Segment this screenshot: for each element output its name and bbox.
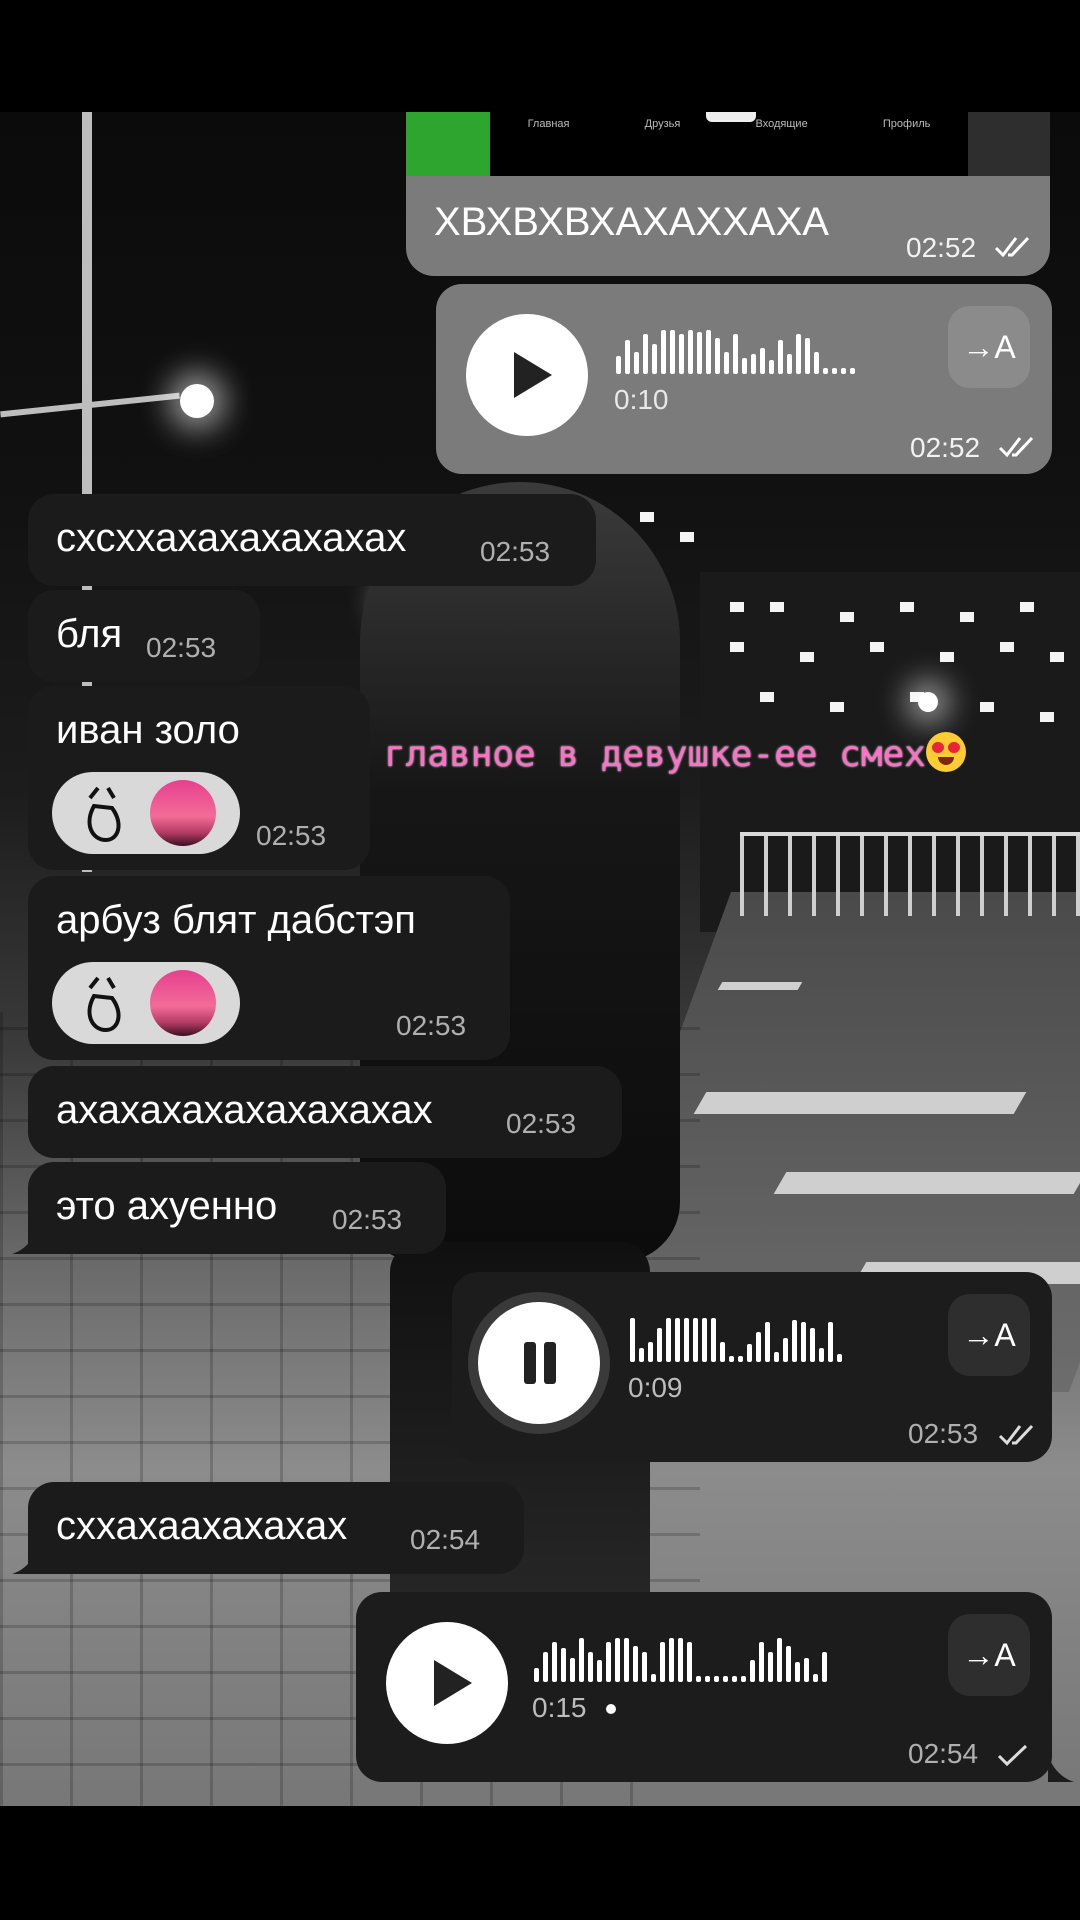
- double-check-icon: [998, 436, 1034, 458]
- outgoing-message[interactable]: ХВХВХВХАХАХХАХА 02:52: [406, 176, 1050, 276]
- double-check-icon: [998, 1424, 1034, 1446]
- transcribe-button[interactable]: →A: [948, 1294, 1030, 1376]
- rope-icon: [87, 786, 121, 843]
- incoming-message[interactable]: это ахуенно 02:53: [28, 1162, 446, 1254]
- message-text: арбуз блят дабстэп: [56, 898, 416, 942]
- incoming-message[interactable]: сххахаахахахах 02:54: [28, 1482, 524, 1574]
- message-time: 02:52: [910, 432, 981, 463]
- message-time: 02:53: [146, 632, 217, 663]
- voice-duration: 0:15: [532, 1692, 617, 1724]
- incoming-message[interactable]: арбуз блят дабстэп 02:53: [28, 876, 510, 1060]
- outgoing-voice-message[interactable]: 0:15 →A 02:54: [356, 1592, 1052, 1782]
- play-icon: [434, 1660, 472, 1706]
- pause-icon: [524, 1342, 556, 1384]
- message-time: 02:53: [480, 536, 551, 567]
- overlay-caption: главное в девушке-ее смех: [384, 732, 966, 775]
- bubble-tail: [1048, 1756, 1074, 1782]
- strip-tab: Друзья: [644, 118, 681, 130]
- bubble-tail: [12, 1228, 38, 1254]
- incoming-message[interactable]: схсххахахахахахах 02:53: [28, 494, 596, 586]
- play-icon: [514, 352, 552, 398]
- voice-waveform[interactable]: [534, 1636, 827, 1682]
- strip-tab: Главная: [527, 118, 570, 130]
- avatar: [150, 780, 216, 846]
- double-check-icon: [994, 236, 1030, 258]
- outgoing-voice-message[interactable]: 0:09 →A 02:53: [452, 1272, 1052, 1462]
- transcribe-button[interactable]: →A: [948, 306, 1030, 388]
- play-button[interactable]: [466, 314, 588, 436]
- voice-duration: 0:10: [614, 384, 669, 415]
- message-text: бля: [56, 612, 123, 656]
- message-time: 02:53: [506, 1108, 577, 1139]
- voice-duration: 0:09: [628, 1372, 683, 1403]
- avatar: [150, 970, 216, 1036]
- heart-eyes-emoji-icon: [925, 732, 966, 772]
- rope-icon: [87, 976, 121, 1033]
- message-text: схсххахахахахахах: [56, 516, 407, 560]
- message-text: сххахаахахахах: [56, 1504, 348, 1548]
- message-time: 02:53: [396, 1010, 467, 1041]
- message-time: 02:54: [908, 1738, 979, 1769]
- voice-waveform[interactable]: [616, 328, 855, 374]
- transcribe-button[interactable]: →A: [948, 1614, 1030, 1696]
- embedded-screenshot-strip: Главная Друзья Входящие Профиль: [406, 112, 1050, 178]
- message-text: ХВХВХВХАХАХХАХА: [434, 200, 829, 244]
- incoming-message[interactable]: иван золо 02:53: [28, 686, 370, 870]
- message-time: 02:54: [410, 1524, 481, 1555]
- message-text: иван золо: [56, 708, 240, 752]
- message-time: 02:53: [256, 820, 327, 851]
- pause-button[interactable]: [478, 1302, 600, 1424]
- unplayed-dot-icon: [606, 1704, 617, 1714]
- message-time: 02:52: [906, 232, 977, 263]
- custom-emoji-sticker[interactable]: [52, 772, 240, 854]
- message-text: ахахахахахахахахах: [56, 1088, 433, 1132]
- strip-tab: Входящие: [755, 118, 808, 130]
- incoming-message[interactable]: ахахахахахахахахах 02:53: [28, 1066, 622, 1158]
- voice-waveform[interactable]: [630, 1316, 842, 1362]
- bubble-tail: [12, 1548, 38, 1574]
- play-button[interactable]: [386, 1622, 508, 1744]
- outgoing-voice-message[interactable]: 0:10 →A 02:52: [436, 284, 1052, 474]
- custom-emoji-sticker[interactable]: [52, 962, 240, 1044]
- message-time: 02:53: [908, 1418, 979, 1449]
- incoming-message[interactable]: бля 02:53: [28, 590, 260, 682]
- check-icon: [997, 1744, 1028, 1767]
- message-time: 02:53: [332, 1204, 403, 1235]
- strip-tab: Профиль: [882, 118, 931, 130]
- message-text: это ахуенно: [56, 1184, 278, 1228]
